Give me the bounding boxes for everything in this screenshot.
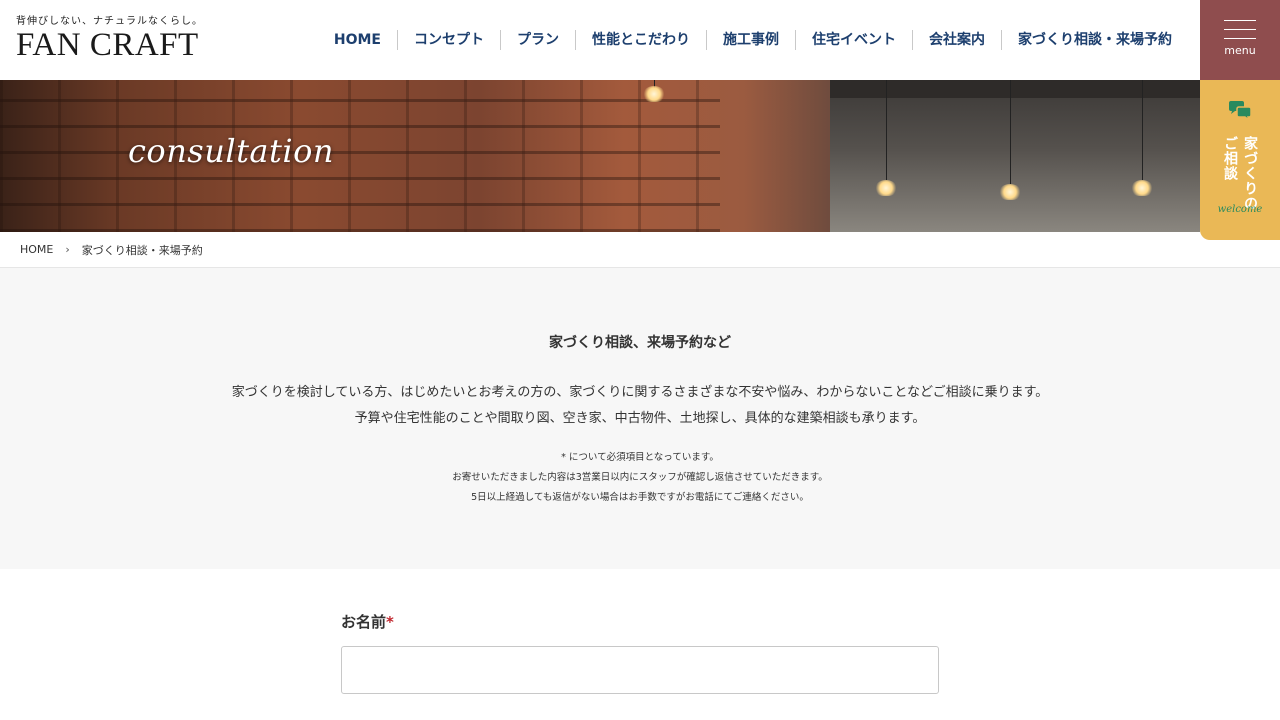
name-input[interactable] [341, 646, 939, 694]
required-mark: * [386, 613, 394, 631]
hero-title: consultation [128, 132, 334, 170]
intro-heading: 家づくり相談、来場予約など [549, 335, 731, 351]
nav-consultation[interactable]: 家づくり相談・来場予約 [1001, 30, 1188, 50]
name-field-label: お名前* [341, 611, 394, 632]
pendant-lamp [999, 184, 1021, 200]
note-line: 5日以上経過しても返信がない場合はお手数ですがお電話にてご連絡ください。 [471, 492, 809, 503]
breadcrumb-home[interactable]: HOME [20, 243, 53, 256]
lamp-cord [886, 80, 887, 180]
nav-company[interactable]: 会社案内 [912, 30, 1001, 50]
pendant-lamp [875, 180, 897, 196]
menu-label: menu [1224, 44, 1256, 57]
note-line: * について必須項目となっています。 [561, 452, 719, 463]
breadcrumb: HOME › 家づくり相談・来場予約 [0, 232, 1280, 268]
contact-form: お名前* [0, 569, 1280, 720]
consultation-side-tab[interactable]: 家づくりの ご相談 welcome [1200, 80, 1280, 240]
brick-wall-texture [0, 80, 720, 232]
nav-works[interactable]: 施工事例 [706, 30, 795, 50]
breadcrumb-separator: › [65, 243, 70, 256]
global-nav: HOME コンセプト プラン 性能とこだわり 施工事例 住宅イベント 会社案内 … [318, 28, 1188, 52]
lamp-cord [1142, 80, 1143, 180]
nav-home[interactable]: HOME [318, 30, 397, 50]
site-header: 背伸びしない、ナチュラルなくらし。 FAN CRAFT HOME コンセプト プ… [0, 0, 1200, 80]
lamp-cord [1010, 80, 1011, 184]
welcome-script-text: welcome [1217, 204, 1263, 215]
pendant-lamp [1131, 180, 1153, 196]
intro-line: 予算や住宅性能のことや間取り図、空き家、中古物件、土地探し、具体的な建築相談も承… [354, 411, 926, 426]
nav-concept[interactable]: コンセプト [397, 30, 500, 50]
site-logo[interactable]: 背伸びしない、ナチュラルなくらし。 FAN CRAFT [16, 16, 203, 62]
intro-notes: * について必須項目となっています。 お寄せいただきました内容は3営業日以内にス… [0, 448, 1280, 508]
logo-brand: FAN CRAFT [16, 27, 199, 63]
note-line: お寄せいただきました内容は3営業日以内にスタッフが確認し返信させていただきます。 [452, 472, 828, 483]
breadcrumb-current: 家づくり相談・来場予約 [81, 243, 203, 257]
menu-button[interactable]: menu [1200, 0, 1280, 80]
intro-description: 家づくりを検討している方、はじめたいとお考えの方の、家づくりに関するさまざまな不… [0, 380, 1280, 432]
hamburger-icon [1224, 20, 1256, 47]
intro-section: 家づくり相談、来場予約など 家づくりを検討している方、はじめたいとお考えの方の、… [0, 268, 1280, 569]
nav-performance[interactable]: 性能とこだわり [575, 30, 706, 50]
intro-line: 家づくりを検討している方、はじめたいとお考えの方の、家づくりに関するさまざまな不… [231, 385, 1049, 400]
nav-events[interactable]: 住宅イベント [795, 30, 912, 50]
pendant-lamp [643, 86, 665, 102]
chat-bubbles-icon [1229, 101, 1252, 122]
hero-banner: consultation [0, 80, 1200, 232]
nav-plan[interactable]: プラン [500, 30, 575, 50]
name-label-text: お名前 [341, 613, 387, 631]
